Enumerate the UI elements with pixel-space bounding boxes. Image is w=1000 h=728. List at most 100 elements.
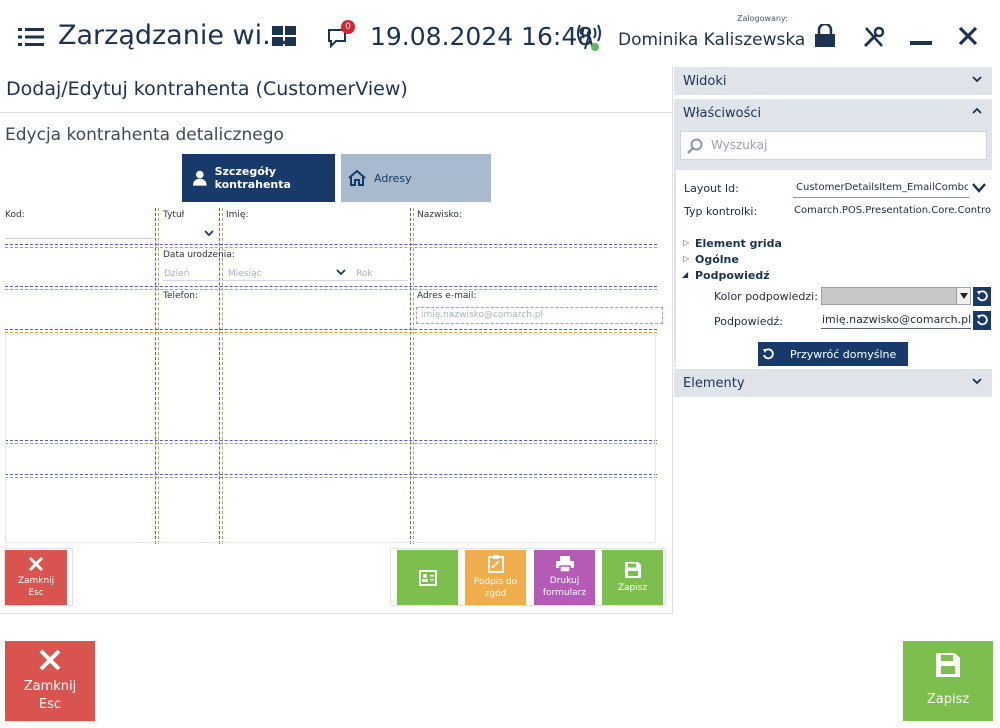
control-type-label: Typ kontrolki:	[684, 205, 758, 218]
divider	[0, 112, 672, 113]
reset-hint-color-button[interactable]	[973, 287, 991, 306]
kod-input[interactable]	[5, 238, 153, 239]
tree-item-grid-element[interactable]: Element grida	[695, 237, 782, 250]
printer-icon	[555, 556, 574, 572]
close-icon[interactable]	[958, 26, 978, 46]
undo-icon	[977, 314, 988, 326]
close-icon	[28, 556, 44, 572]
connection-icon[interactable]	[577, 24, 603, 52]
tiles-icon[interactable]	[272, 26, 296, 46]
tab-customer-details[interactable]: Szczegóły kontrahenta	[182, 154, 335, 202]
section-properties[interactable]: Właściwości	[674, 99, 992, 127]
close-shortcut: Esc	[28, 588, 44, 598]
layout-id-underline	[793, 197, 969, 198]
user-icon	[193, 170, 207, 186]
sign-label: Podpis do	[473, 577, 518, 587]
datetime: 19.08.2024 16:48	[370, 22, 594, 51]
kod-label: Kod:	[5, 210, 25, 220]
footer-save-button[interactable]: Zapisz	[903, 641, 993, 721]
contact-card-icon	[418, 569, 437, 586]
hint-input[interactable]: imię.nazwisko@comarch.pl	[821, 311, 971, 329]
print-form-button[interactable]: Drukuj formularz	[534, 550, 595, 605]
footer-close-label: Zamknij	[23, 679, 77, 694]
close-button[interactable]: Zamknij Esc	[5, 550, 67, 605]
hint-color-picker[interactable]	[821, 287, 971, 305]
tab-addresses[interactable]: Adresy	[341, 154, 491, 202]
year-field[interactable]: Rok	[356, 269, 373, 279]
user-name[interactable]: Dominika Kaliszewska	[618, 30, 805, 50]
tree-item-general[interactable]: Ogólne	[695, 253, 739, 266]
phone-label: Telefon:	[163, 291, 198, 301]
first-name-label: Imię:	[226, 210, 249, 220]
restore-defaults-button[interactable]: Przywróć domyślne	[758, 342, 908, 366]
consent-signature-button[interactable]: Podpis do zgód	[465, 550, 526, 605]
save-icon	[624, 561, 641, 578]
tab-label: Adresy	[374, 171, 412, 185]
grid-line	[5, 286, 657, 287]
chevron-down-icon[interactable]	[336, 269, 346, 276]
minimize-icon[interactable]	[910, 40, 932, 46]
tree-arrow-expanded[interactable]: ◢	[682, 270, 688, 279]
chevron-up-icon	[972, 107, 982, 114]
footer-save-label: Zapisz	[926, 692, 970, 707]
save-label: Zapisz	[617, 582, 648, 593]
reset-hint-button[interactable]	[973, 311, 991, 330]
layout-id-value[interactable]: CustomerDetailsItem_EmailCombo	[796, 182, 968, 193]
top-bar: Zarządzanie wi... 0 19.08.2024 16:48 Zal…	[0, 0, 1000, 70]
tree-item-hint[interactable]: Podpowiedź	[695, 269, 770, 282]
save-button[interactable]: Zapisz	[602, 550, 663, 605]
footer-close-button[interactable]: Zamknij Esc	[5, 641, 95, 721]
search-placeholder: Wyszukaj	[711, 138, 768, 152]
chevron-down-icon[interactable]	[204, 230, 214, 237]
email-label: Adres e-mail:	[417, 291, 477, 301]
chevron-down-icon[interactable]	[972, 183, 986, 193]
hint-label: Podpowiedź:	[714, 315, 783, 328]
logged-in-label: Zalogowany:	[737, 14, 788, 23]
day-field[interactable]: Dzień	[164, 269, 189, 279]
editor-right-border	[672, 66, 673, 614]
close-icon	[39, 649, 61, 671]
section-views-label: Widoki	[683, 73, 727, 89]
title-label: Tytuł	[163, 210, 185, 220]
email-input[interactable]: imię.nazwisko@comarch.pl	[416, 307, 663, 324]
tree-arrow[interactable]: ▷	[683, 254, 689, 263]
hint-value: imię.nazwisko@comarch.pl	[822, 313, 972, 326]
tree-arrow[interactable]: ▷	[683, 238, 689, 247]
section-elements[interactable]: Elementy	[674, 369, 992, 397]
tools-icon[interactable]	[862, 25, 886, 49]
dropdown-arrow[interactable]	[956, 288, 970, 304]
month-field[interactable]: Miesiąc	[228, 269, 261, 279]
print-label-2: formularz	[542, 588, 587, 598]
footer-close-shortcut: Esc	[38, 697, 62, 712]
grid-line	[5, 329, 657, 330]
section-views[interactable]: Widoki	[674, 67, 992, 95]
editor-subtitle: Edycja kontrahenta detalicznego	[5, 125, 284, 145]
grid-line	[5, 289, 657, 290]
search-input[interactable]: Wyszukaj	[680, 131, 987, 160]
layout-id-label: Layout Id:	[684, 182, 739, 195]
hint-color-label: Kolor podpowiedzi:	[714, 290, 818, 303]
chevron-down-icon	[972, 378, 982, 385]
chevron-down-icon	[972, 76, 982, 83]
clipboard-sign-icon	[487, 555, 504, 573]
section-elements-label: Elementy	[683, 375, 745, 391]
form-canvas-frame	[5, 334, 656, 543]
search-icon	[687, 138, 703, 154]
birthdate-underline	[163, 280, 408, 281]
notification-badge: 0	[341, 20, 355, 34]
lock-icon[interactable]	[814, 24, 836, 48]
close-label: Zamknij	[17, 576, 55, 586]
menu-icon[interactable]	[18, 27, 44, 47]
grid-line	[5, 247, 657, 248]
save-icon	[936, 653, 960, 677]
grid-line	[5, 244, 657, 245]
tab-label: Szczegóły kontrahenta	[214, 165, 291, 191]
undo-icon	[763, 348, 774, 360]
birthdate-label: Data urodzenia:	[163, 250, 235, 260]
notification-count: 0	[345, 22, 351, 32]
home-icon	[348, 170, 366, 186]
editor-title: Dodaj/Edytuj kontrahenta (CustomerView)	[6, 78, 408, 100]
caret-down-icon	[960, 293, 968, 299]
restore-defaults-label: Przywróć domyślne	[790, 347, 897, 361]
contact-card-button[interactable]	[397, 550, 458, 605]
